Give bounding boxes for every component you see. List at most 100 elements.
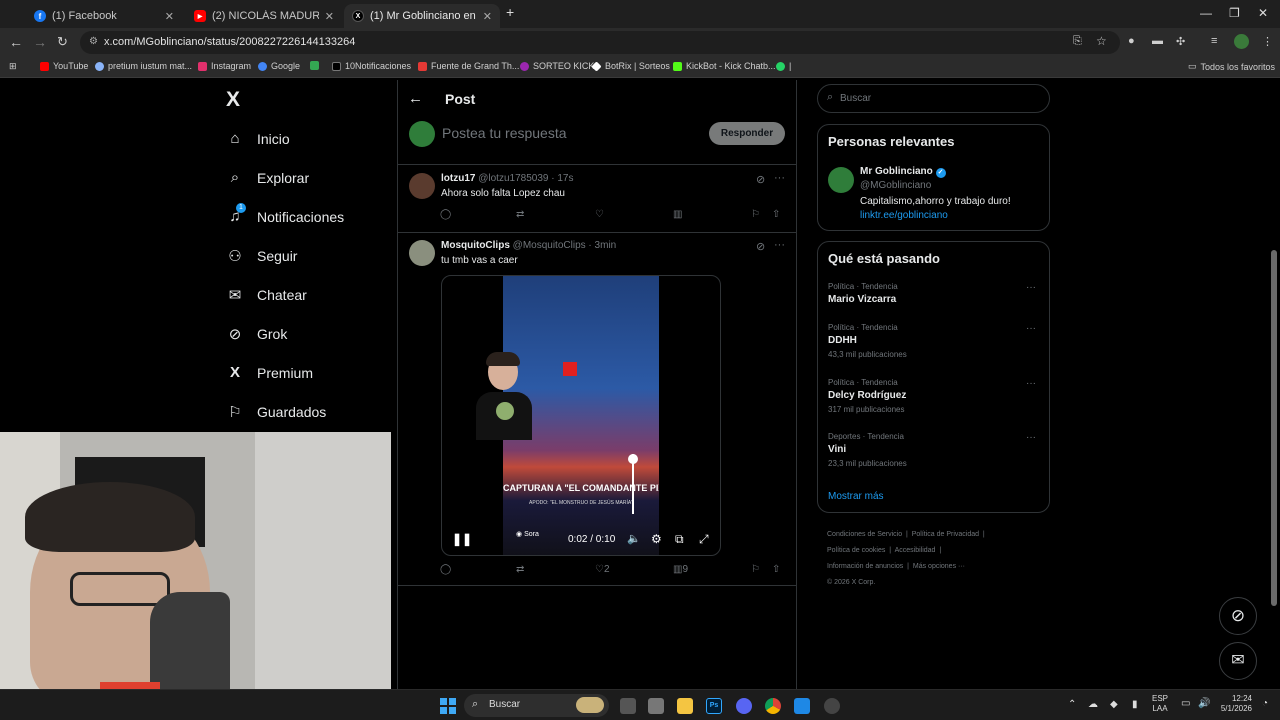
back-icon[interactable]: ←	[9, 34, 23, 50]
close-icon[interactable]: ✕	[483, 10, 492, 23]
bookmark-youtube[interactable]: YouTube	[40, 61, 88, 71]
more-icon[interactable]: ···	[774, 172, 785, 184]
windows-start-icon[interactable]	[440, 698, 456, 714]
reply-icon[interactable]: ◯	[440, 209, 451, 220]
nav-premium[interactable]: X Premium	[226, 364, 313, 381]
pip-icon[interactable]: ⧉	[675, 532, 684, 547]
trend-item[interactable]: Política · Tendencia Mario Vizcarra	[828, 282, 1038, 305]
bookmark-instagram[interactable]: Instagram	[198, 61, 251, 71]
more-icon[interactable]: ···	[1026, 378, 1036, 389]
tab-facebook[interactable]: f (1) Facebook ✕	[26, 4, 182, 28]
minimize-icon[interactable]: —	[1200, 6, 1212, 20]
bookmark-gta[interactable]: Fuente de Grand Th...	[418, 61, 519, 71]
bookmark-extension[interactable]	[310, 61, 323, 70]
avatar[interactable]	[409, 240, 435, 266]
footer-link[interactable]: Información de anuncios	[827, 563, 903, 570]
footer-link[interactable]: Política de Privacidad	[912, 531, 979, 538]
app-icon[interactable]	[794, 698, 810, 714]
grok-icon[interactable]: ⊘	[756, 173, 765, 186]
menu-icon[interactable]: ⋮	[1262, 35, 1273, 48]
puzzle-icon[interactable]: ✣	[1176, 35, 1185, 48]
trend-item[interactable]: Política · Tendencia DDHH 43,3 mil publi…	[828, 323, 1038, 359]
nav-guardados[interactable]: ⚐ Guardados	[226, 403, 326, 421]
search-input[interactable]: ⌕ Buscar	[817, 84, 1050, 113]
pause-icon[interactable]: ❚❚	[452, 532, 472, 546]
nav-grok[interactable]: ⊘ Grok	[226, 325, 288, 343]
more-icon[interactable]: ···	[1026, 432, 1036, 443]
all-bookmarks[interactable]: ▭ Todos los favoritos	[1188, 61, 1275, 72]
window-close-icon[interactable]: ✕	[1258, 6, 1268, 20]
bio-link[interactable]: linktr.ee/goblinciano	[860, 210, 948, 221]
share-icon[interactable]: ⇧	[772, 564, 780, 575]
retweet-icon[interactable]: ⇄	[516, 564, 524, 575]
close-icon[interactable]: ✕	[165, 10, 174, 23]
bookmark-pretium[interactable]: pretium iustum mat...	[95, 61, 192, 71]
chrome-icon[interactable]	[765, 698, 781, 714]
restore-icon[interactable]: ❐	[1229, 6, 1240, 20]
notification-icon[interactable]: ◔	[1262, 698, 1268, 709]
show-more-link[interactable]: Mostrar más	[828, 491, 884, 502]
footer-link[interactable]: Más opciones ···	[913, 563, 965, 570]
tray-icon[interactable]: ☁	[1088, 699, 1098, 710]
volume-icon[interactable]: 🔈	[627, 532, 641, 545]
settings-icon[interactable]: ⚙	[651, 532, 662, 546]
timestamp[interactable]: 17s	[557, 173, 573, 184]
app-icon[interactable]	[824, 698, 840, 714]
language-indicator[interactable]: ESP LAA	[1152, 694, 1168, 714]
footer-link[interactable]: Accesibilidad	[895, 547, 936, 554]
star-icon[interactable]: ☆	[1096, 34, 1107, 48]
author-handle[interactable]: @MGoblinciano	[860, 180, 931, 191]
bookmark-kickbot[interactable]: KickBot - Kick Chatb...	[673, 61, 776, 71]
photoshop-icon[interactable]: Ps	[706, 698, 722, 714]
more-icon[interactable]: ···	[1026, 282, 1036, 293]
author-handle[interactable]: @lotzu1785039	[478, 173, 548, 184]
trend-item[interactable]: Deportes · Tendencia Vini 23,3 mil publi…	[828, 432, 1038, 468]
messages-float-button[interactable]: ✉	[1219, 642, 1257, 680]
grok-float-button[interactable]: ⊘	[1219, 597, 1257, 635]
like-button[interactable]: ♡ 2	[595, 564, 610, 575]
clock[interactable]: 12:24 5/1/2026	[1216, 694, 1252, 714]
network-icon[interactable]: ▭	[1181, 698, 1190, 709]
bookmark-icon[interactable]: ⚐	[751, 564, 760, 575]
author-handle[interactable]: @MosquitoClips	[513, 240, 586, 251]
x-logo[interactable]: X	[226, 88, 240, 112]
profile-avatar[interactable]	[1234, 34, 1249, 49]
nav-seguir[interactable]: ⚇ Seguir	[226, 247, 297, 265]
file-explorer-icon[interactable]	[677, 698, 693, 714]
retweet-icon[interactable]: ⇄	[516, 209, 524, 220]
apps-icon[interactable]: ⊞	[9, 61, 17, 72]
avatar[interactable]	[409, 173, 435, 199]
like-icon[interactable]: ♡	[595, 209, 604, 220]
tab-youtube[interactable]: ▶ (2) NICOLÁS MADURO LLEGÓ A ✕	[186, 4, 342, 28]
tray-icon[interactable]: ◆	[1110, 699, 1118, 710]
reload-icon[interactable]: ↻	[57, 34, 68, 50]
extension-icon[interactable]: ●	[1128, 35, 1135, 47]
share-icon[interactable]: ⇧	[772, 209, 780, 220]
bookmark-10notificaciones[interactable]: 10Notificaciones	[332, 61, 411, 71]
reply-button[interactable]: Responder	[709, 122, 785, 145]
tab-x-post[interactable]: X (1) Mr Goblinciano en X: "Mario ✕	[344, 4, 500, 28]
tray-icon[interactable]: ▮	[1132, 699, 1138, 710]
avatar[interactable]	[828, 167, 854, 193]
nav-chatear[interactable]: ✉ Chatear	[226, 286, 307, 304]
back-arrow-icon[interactable]: ←	[408, 90, 423, 107]
new-tab-button[interactable]: +	[506, 4, 514, 20]
volume-icon[interactable]: 🔊	[1198, 698, 1210, 709]
forward-icon[interactable]: →	[33, 34, 47, 50]
reply-input[interactable]: Postea tu respuesta	[442, 125, 567, 141]
volume-handle[interactable]	[628, 454, 638, 464]
discord-icon[interactable]	[736, 698, 752, 714]
tab-search-icon[interactable]: ≡	[1211, 35, 1217, 47]
taskbar-search[interactable]: ⌕ Buscar	[464, 694, 609, 717]
author-name[interactable]: lotzu17	[441, 173, 475, 184]
bookmark-botrix[interactable]: BotRix | Sorteos	[591, 60, 670, 72]
chevron-up-icon[interactable]: ⌃	[1068, 699, 1076, 710]
author-name[interactable]: Mr Goblinciano ✓	[860, 166, 946, 178]
fullscreen-icon[interactable]: ⤢	[699, 532, 709, 547]
nav-inicio[interactable]: ⌂ Inicio	[226, 130, 289, 147]
nav-explorar[interactable]: ⌕ Explorar	[226, 169, 309, 186]
grok-icon[interactable]: ⊘	[756, 240, 765, 253]
bookmark-google[interactable]: Google	[258, 61, 300, 71]
video-player[interactable]: CAPTURAN A "EL COMANDANTE PIXIE APODO: "…	[441, 275, 721, 556]
reply-icon[interactable]: ◯	[440, 564, 451, 575]
